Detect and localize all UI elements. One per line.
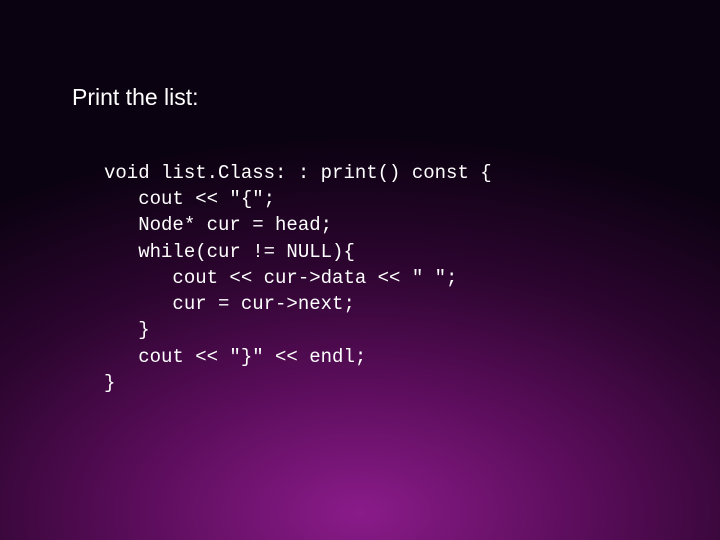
- slide: Print the list: void list.Class: : print…: [0, 0, 720, 540]
- slide-heading: Print the list:: [72, 84, 199, 111]
- code-block: void list.Class: : print() const { cout …: [104, 160, 492, 396]
